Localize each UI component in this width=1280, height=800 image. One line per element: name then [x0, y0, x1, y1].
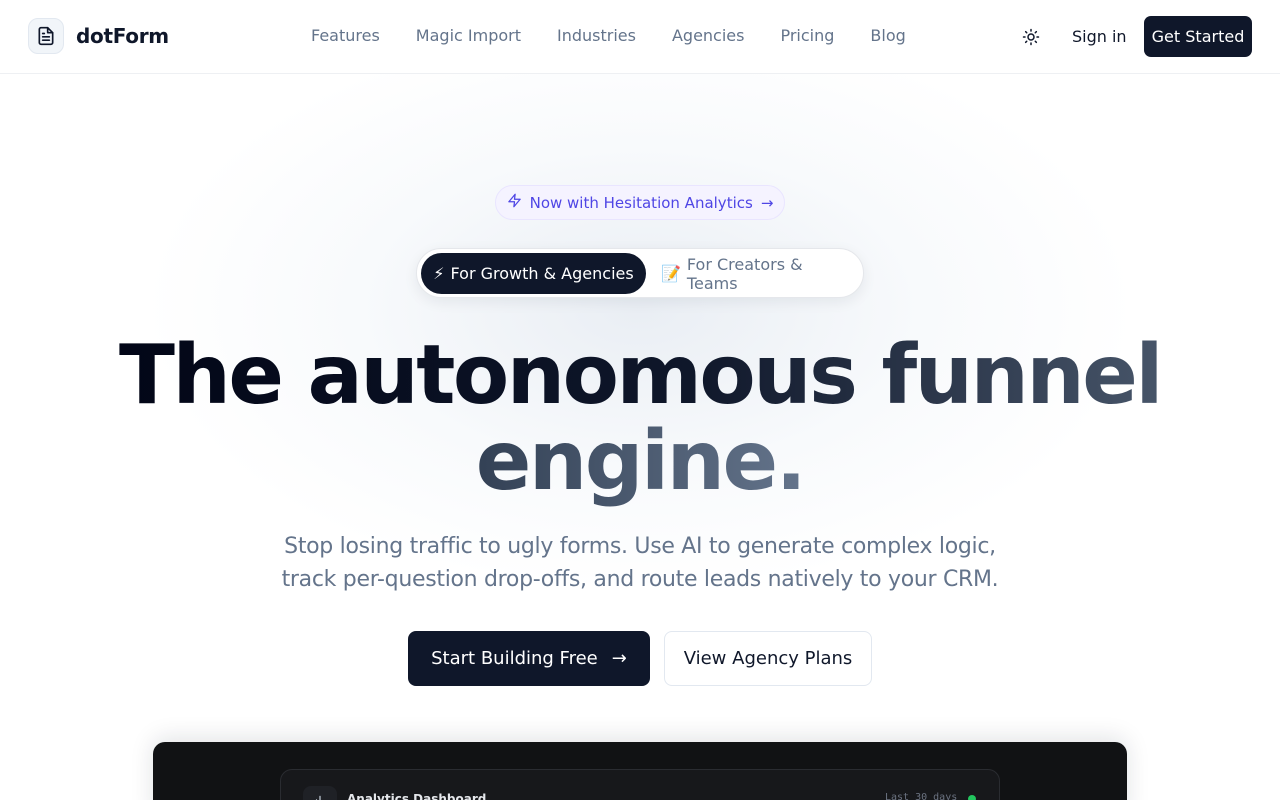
announcement-pill[interactable]: Now with Hesitation Analytics →	[495, 185, 785, 220]
lightning-icon	[507, 193, 522, 212]
dashboard-title: Analytics Dashboard	[347, 792, 487, 800]
audience-growth-label: For Growth & Agencies	[450, 264, 634, 283]
headline-line-1: The autonomous funnel	[119, 328, 1163, 423]
bar-chart-icon	[303, 786, 337, 800]
brand-logo[interactable]: dotForm	[28, 18, 169, 54]
sun-icon[interactable]	[1019, 25, 1043, 49]
dashboard-card: Analytics Dashboard Last 30 days	[280, 769, 1000, 800]
nav-blog[interactable]: Blog	[870, 26, 905, 45]
memo-emoji-icon: 📝	[661, 264, 681, 283]
audience-creators-tab[interactable]: 📝 For Creators & Teams	[661, 253, 857, 294]
hero-subtitle: Stop losing traffic to ugly forms. Use A…	[281, 534, 999, 592]
main-nav: Features Magic Import Industries Agencie…	[311, 26, 942, 45]
lightning-emoji-icon: ⚡	[433, 264, 445, 283]
view-agency-plans-button[interactable]: View Agency Plans	[664, 631, 872, 686]
arrow-right-icon: →	[760, 193, 774, 212]
dashboard-range: Last 30 days	[885, 792, 958, 800]
document-icon	[28, 18, 64, 54]
start-building-button[interactable]: Start Building Free →	[408, 631, 650, 686]
headline-line-2: engine.	[475, 414, 807, 509]
hero-headline: The autonomous funnel engine.	[0, 333, 1280, 505]
brand-name: dotForm	[76, 24, 169, 48]
status-dot	[968, 795, 976, 800]
nav-agencies[interactable]: Agencies	[672, 26, 745, 45]
announcement-label: Now with Hesitation Analytics	[529, 193, 753, 212]
dashboard-preview: Analytics Dashboard Last 30 days	[153, 742, 1127, 800]
nav-pricing[interactable]: Pricing	[780, 26, 834, 45]
nav-magic-import[interactable]: Magic Import	[416, 26, 521, 45]
audience-creators-label: For Creators & Teams	[686, 254, 803, 293]
audience-growth-tab[interactable]: ⚡ For Growth & Agencies	[421, 253, 646, 294]
nav-industries[interactable]: Industries	[557, 26, 636, 45]
site-header: dotForm Features Magic Import Industries…	[0, 0, 1280, 74]
signin-link[interactable]: Sign in	[1072, 27, 1127, 46]
audience-toggle: ⚡ For Growth & Agencies 📝 For Creators &…	[416, 248, 864, 298]
start-building-label: Start Building Free	[431, 648, 598, 669]
arrow-right-icon: →	[611, 648, 627, 669]
get-started-button[interactable]: Get Started	[1144, 16, 1252, 57]
nav-features[interactable]: Features	[311, 26, 380, 45]
